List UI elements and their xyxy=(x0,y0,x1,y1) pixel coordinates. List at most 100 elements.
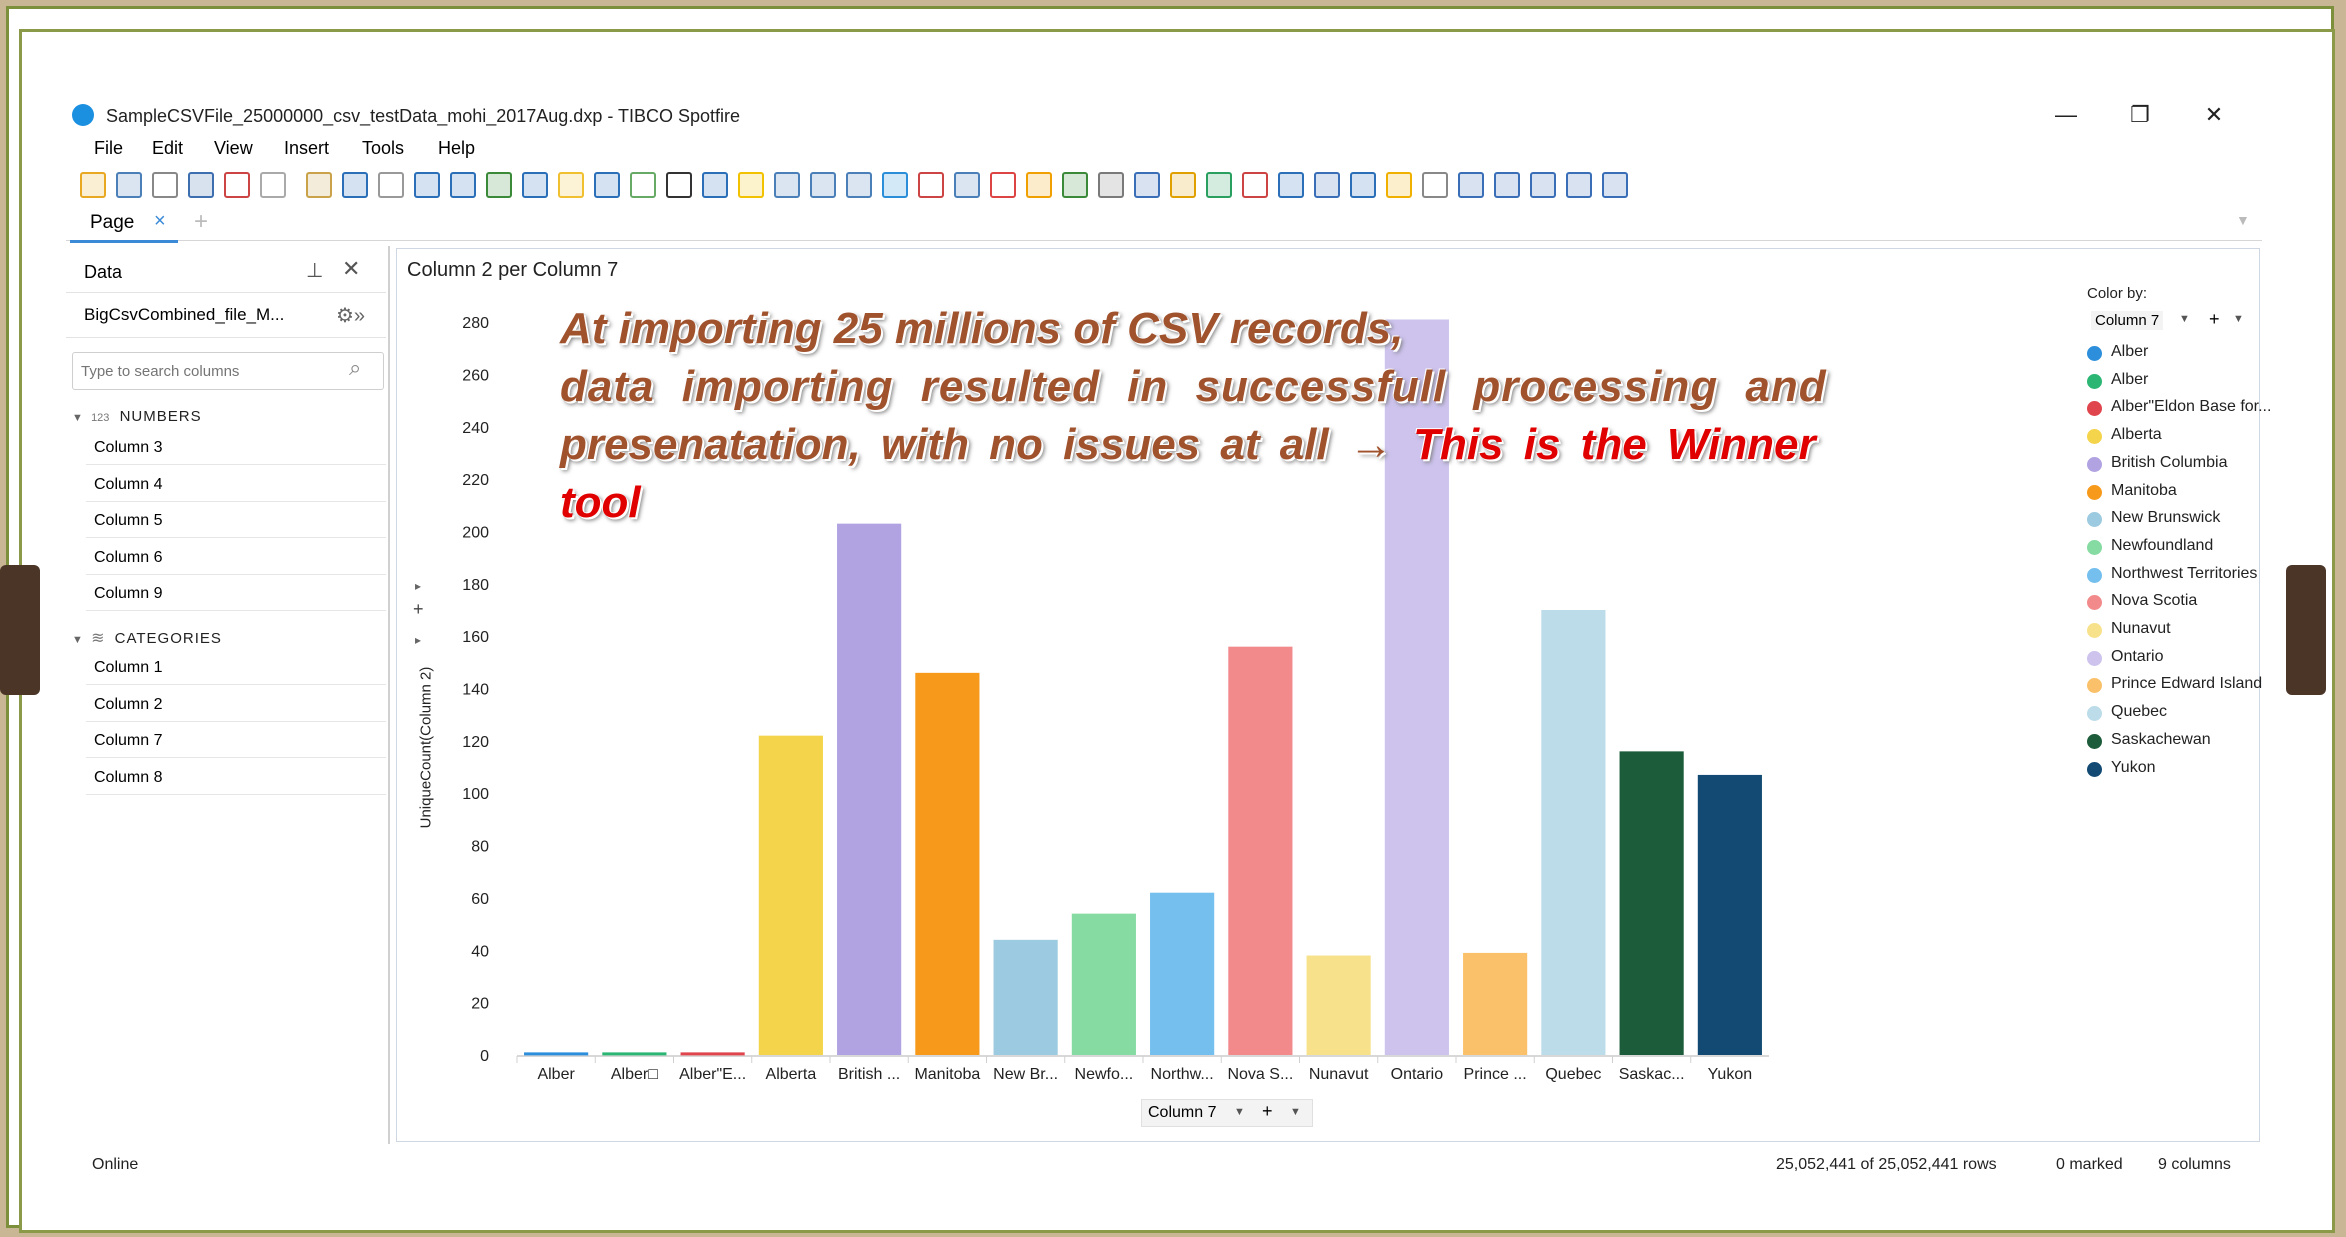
toolbar-button-icon[interactable] xyxy=(846,172,872,198)
toolbar-button-icon[interactable] xyxy=(80,172,106,198)
bar[interactable] xyxy=(1228,646,1293,1055)
close-panel-icon[interactable]: ✕ xyxy=(342,256,360,282)
column-list-item[interactable]: Column 6 xyxy=(86,540,386,575)
menu-tools[interactable]: Tools xyxy=(362,138,404,159)
color-by-selector[interactable]: Column 7 ▼ + ▼ xyxy=(2087,307,2247,333)
column-list-item[interactable]: Column 7 xyxy=(86,723,386,759)
numbers-section-header[interactable]: ▼ 123 NUMBERS xyxy=(72,408,202,425)
close-window-button[interactable]: ✕ xyxy=(2184,100,2244,130)
toolbar-button-icon[interactable] xyxy=(738,172,764,198)
toolbar-button-icon[interactable] xyxy=(594,172,620,198)
column-list-item[interactable]: Column 9 xyxy=(86,576,386,612)
toolbar-button-icon[interactable] xyxy=(882,172,908,198)
toolbar-button-icon[interactable] xyxy=(666,172,692,198)
toolbar-button-icon[interactable] xyxy=(1062,172,1088,198)
search-icon[interactable]: ⌕ xyxy=(349,355,361,381)
tab-page[interactable]: Page × xyxy=(70,206,178,243)
menu-edit[interactable]: Edit xyxy=(152,138,183,159)
toolbar-button-icon[interactable] xyxy=(1278,172,1304,198)
bar[interactable] xyxy=(1071,913,1136,1055)
toolbar-button-icon[interactable] xyxy=(1026,172,1052,198)
x-axis-add-button[interactable]: + xyxy=(1262,1101,1273,1122)
toolbar-button-icon[interactable] xyxy=(1350,172,1376,198)
toolbar-button-icon[interactable] xyxy=(1494,172,1520,198)
y-axis-label[interactable]: UniqueCount(Column 2) xyxy=(418,663,435,833)
gear-icon[interactable]: ⚙» xyxy=(336,303,365,328)
toolbar-button-icon[interactable] xyxy=(378,172,404,198)
add-page-button[interactable]: + xyxy=(194,208,208,236)
bar[interactable] xyxy=(915,672,980,1055)
tab-close-icon[interactable]: × xyxy=(154,210,166,233)
toolbar-button-icon[interactable] xyxy=(1098,172,1124,198)
toolbar-button-icon[interactable] xyxy=(558,172,584,198)
pin-icon[interactable]: ⊥ xyxy=(306,258,323,283)
minimize-button[interactable]: — xyxy=(2036,100,2096,130)
chevron-down-icon[interactable]: ▼ xyxy=(2233,313,2244,325)
toolbar-button-icon[interactable] xyxy=(522,172,548,198)
toolbar-button-icon[interactable] xyxy=(810,172,836,198)
search-columns-input[interactable] xyxy=(79,359,343,383)
tab-menu-chevron-icon[interactable]: ▼ xyxy=(2236,212,2250,228)
bar[interactable] xyxy=(602,1052,667,1056)
column-list-item[interactable]: Column 2 xyxy=(86,687,386,722)
bar[interactable] xyxy=(758,735,823,1055)
toolbar-button-icon[interactable] xyxy=(224,172,250,198)
toolbar-button-icon[interactable] xyxy=(1458,172,1484,198)
column-list-item[interactable]: Column 3 xyxy=(86,430,386,465)
y-axis-expand-icon[interactable]: ▸ xyxy=(415,579,421,593)
toolbar-button-icon[interactable] xyxy=(1170,172,1196,198)
toolbar-button-icon[interactable] xyxy=(116,172,142,198)
toolbar-button-icon[interactable] xyxy=(774,172,800,198)
chevron-down-icon[interactable]: ▼ xyxy=(1290,1106,1301,1118)
categories-section-header[interactable]: ▼ ≋ CATEGORIES xyxy=(72,628,222,648)
toolbar-button-icon[interactable] xyxy=(450,172,476,198)
column-list-item[interactable]: Column 1 xyxy=(86,650,386,685)
bar[interactable] xyxy=(680,1052,745,1056)
toolbar-button-icon[interactable] xyxy=(1242,172,1268,198)
x-axis-selector[interactable]: Column 7 ▼ + ▼ xyxy=(1141,1099,1313,1127)
toolbar-button-icon[interactable] xyxy=(1602,172,1628,198)
bar[interactable] xyxy=(837,523,902,1055)
toolbar-button-icon[interactable] xyxy=(630,172,656,198)
y-axis-add-icon[interactable]: + xyxy=(413,599,424,620)
toolbar-button-icon[interactable] xyxy=(990,172,1016,198)
toolbar-button-icon[interactable] xyxy=(1134,172,1160,198)
menu-help[interactable]: Help xyxy=(438,138,475,159)
toolbar-button-icon[interactable] xyxy=(702,172,728,198)
toolbar-button-icon[interactable] xyxy=(306,172,332,198)
bar[interactable] xyxy=(1697,774,1762,1055)
toolbar-button-icon[interactable] xyxy=(1206,172,1232,198)
toolbar-button-icon[interactable] xyxy=(486,172,512,198)
bar[interactable] xyxy=(1619,751,1684,1055)
menu-file[interactable]: File xyxy=(94,138,123,159)
bar[interactable] xyxy=(1306,955,1371,1055)
menu-insert[interactable]: Insert xyxy=(284,138,329,159)
search-columns-box[interactable]: ⌕ xyxy=(72,352,384,390)
toolbar-button-icon[interactable] xyxy=(1422,172,1448,198)
bar[interactable] xyxy=(1150,892,1215,1055)
toolbar-button-icon[interactable] xyxy=(1314,172,1340,198)
toolbar-button-icon[interactable] xyxy=(414,172,440,198)
column-list-item[interactable]: Column 5 xyxy=(86,503,386,539)
column-list-item[interactable]: Column 4 xyxy=(86,467,386,502)
bar[interactable] xyxy=(1541,610,1606,1055)
toolbar-button-icon[interactable] xyxy=(260,172,286,198)
toolbar-button-icon[interactable] xyxy=(1386,172,1412,198)
toolbar-button-icon[interactable] xyxy=(342,172,368,198)
toolbar-button-icon[interactable] xyxy=(152,172,178,198)
bar[interactable] xyxy=(993,939,1058,1055)
chevron-down-icon[interactable]: ▼ xyxy=(2179,313,2190,325)
chevron-down-icon[interactable]: ▼ xyxy=(1234,1106,1245,1118)
column-list-item[interactable]: Column 8 xyxy=(86,760,386,795)
toolbar-button-icon[interactable] xyxy=(1530,172,1556,198)
data-source-row[interactable]: BigCsvCombined_file_M... ⚙» xyxy=(66,292,386,338)
bar[interactable] xyxy=(524,1052,589,1056)
toolbar-button-icon[interactable] xyxy=(188,172,214,198)
toolbar-button-icon[interactable] xyxy=(1566,172,1592,198)
toolbar-button-icon[interactable] xyxy=(954,172,980,198)
bar[interactable] xyxy=(1463,952,1528,1055)
y-axis-expand-icon-2[interactable]: ▸ xyxy=(415,633,421,647)
restore-button[interactable]: ❐ xyxy=(2110,100,2170,130)
toolbar-button-icon[interactable] xyxy=(918,172,944,198)
color-add-button[interactable]: + xyxy=(2209,309,2220,330)
